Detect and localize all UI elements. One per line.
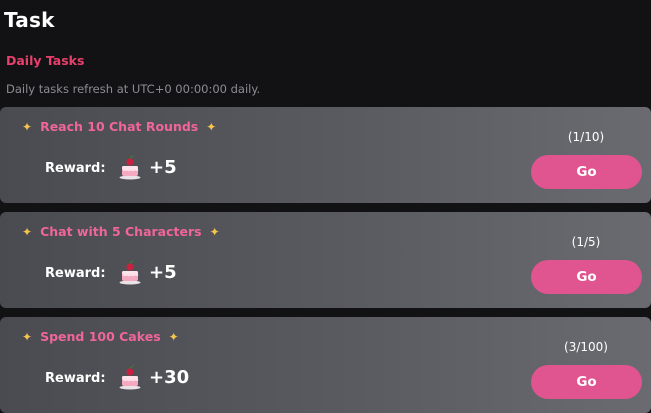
cake-icon: [119, 155, 141, 180]
task-name-label: Reach 10 Chat Rounds: [40, 119, 199, 134]
sparkle-icon: ✦: [206, 119, 217, 134]
sparkle-icon: ✦: [209, 224, 220, 239]
task-card: ✦ Spend 100 Cakes ✦ Reward: +30 (3/100) …: [0, 317, 651, 413]
task-name-label: Chat with 5 Characters: [40, 224, 202, 239]
task-progress: (1/5): [571, 235, 601, 249]
go-button[interactable]: Go: [531, 260, 642, 294]
go-button[interactable]: Go: [531, 365, 642, 399]
reward-label: Reward:: [45, 161, 106, 176]
cake-icon: [119, 365, 141, 390]
reward-value: +5: [149, 262, 177, 283]
task-name: ✦ Reach 10 Chat Rounds ✦: [22, 119, 216, 134]
sparkle-icon: ✦: [22, 224, 33, 239]
sparkle-icon: ✦: [22, 119, 33, 134]
task-card: ✦ Chat with 5 Characters ✦ Reward: +5 (1…: [0, 212, 651, 308]
sparkle-icon: ✦: [168, 329, 179, 344]
reward-label: Reward:: [45, 371, 106, 386]
task-name: ✦ Chat with 5 Characters ✦: [22, 224, 220, 239]
page-title: Task: [4, 8, 55, 32]
reward-label: Reward:: [45, 266, 106, 281]
go-button[interactable]: Go: [531, 155, 642, 189]
task-name: ✦ Spend 100 Cakes ✦: [22, 329, 179, 344]
task-progress: (1/10): [567, 130, 605, 144]
reward-value: +30: [149, 367, 190, 388]
reward-value: +5: [149, 157, 177, 178]
sparkle-icon: ✦: [22, 329, 33, 344]
section-note: Daily tasks refresh at UTC+0 00:00:00 da…: [6, 82, 261, 96]
task-card: ✦ Reach 10 Chat Rounds ✦ Reward: +5 (1/1…: [0, 107, 651, 203]
section-title: Daily Tasks: [6, 53, 85, 68]
cake-icon: [119, 260, 141, 285]
task-progress: (3/100): [564, 340, 608, 354]
task-name-label: Spend 100 Cakes: [40, 329, 161, 344]
